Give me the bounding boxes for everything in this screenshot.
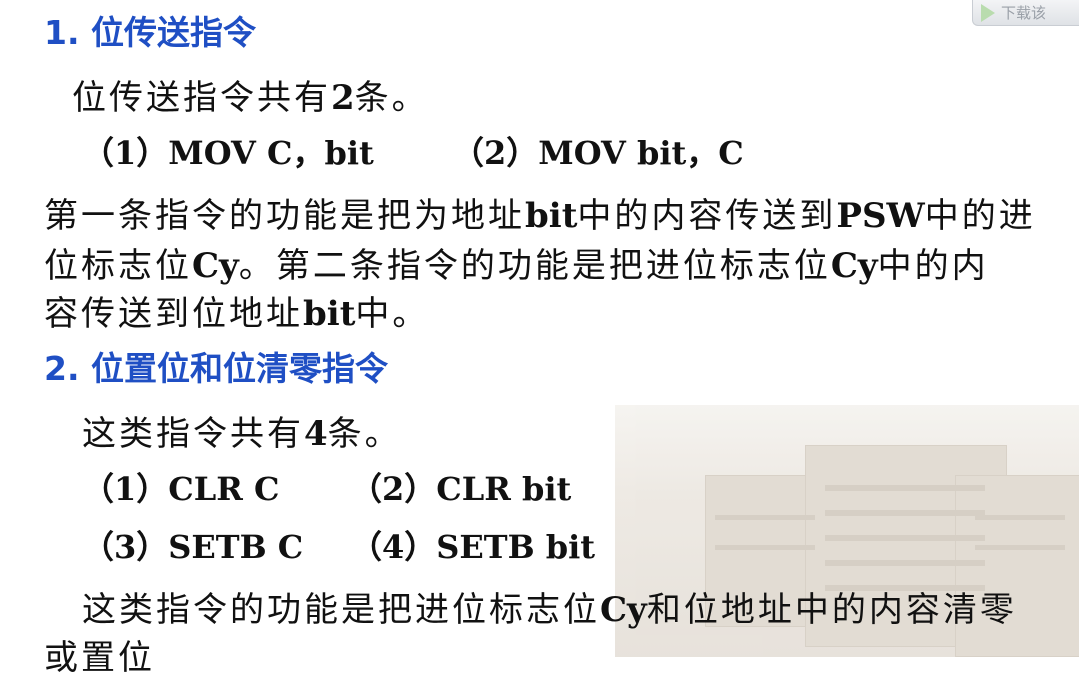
text-run: 中的进 bbox=[924, 196, 1036, 236]
section1-description-line1: 第一条指令的功能是把为地址bit中的内容传送到PSW中的进 bbox=[44, 188, 1036, 237]
section1-intro-text: 位传送指令共有 bbox=[72, 78, 331, 118]
text-run: 中的内容传送到 bbox=[577, 196, 837, 236]
section1-intro-tail: 条。 bbox=[354, 78, 429, 118]
section1-intro-count: 2 bbox=[331, 78, 355, 118]
section2-description-line2: 或置位 bbox=[44, 638, 155, 678]
text-run: bit bbox=[525, 196, 578, 236]
section2-instruction-1: （1）CLR C bbox=[82, 470, 280, 508]
section2-intro-count: 4 bbox=[304, 414, 328, 454]
download-label: 下载该 bbox=[1001, 4, 1047, 22]
text-run: Cy bbox=[600, 590, 647, 630]
play-icon bbox=[981, 3, 995, 22]
download-button[interactable]: 下载该 bbox=[972, 0, 1079, 26]
section2-heading: 2. 位置位和位清零指令 bbox=[44, 349, 388, 388]
section2-instruction-2: （2）CLR bit bbox=[350, 470, 572, 508]
text-run: 容传送到位地址 bbox=[44, 294, 303, 334]
text-run: Cy bbox=[830, 246, 878, 286]
text-run: 中。 bbox=[355, 294, 430, 334]
section1-instruction-1: （1）MOV C，bit bbox=[82, 134, 374, 172]
section1-description-line3: 容传送到位地址bit中。 bbox=[44, 286, 429, 335]
text-run: bit bbox=[303, 294, 356, 334]
section1-heading: 1. 位传送指令 bbox=[44, 13, 256, 52]
text-run: 第一条指令的功能是把为地址 bbox=[44, 196, 525, 236]
section2-description-line1: 这类指令的功能是把进位标志位Cy和位地址中的内容清零 bbox=[82, 582, 1017, 631]
section2-instruction-3: （3）SETB C bbox=[82, 528, 304, 566]
section2-intro: 这类指令共有4条。 bbox=[82, 406, 402, 455]
section1-intro: 位传送指令共有2条。 bbox=[72, 70, 429, 119]
text-run: PSW bbox=[836, 196, 925, 236]
text-run: 和位地址中的内容清零 bbox=[646, 590, 1017, 630]
section2-intro-tail: 条。 bbox=[327, 414, 402, 454]
text-run: 中的内 bbox=[877, 246, 989, 286]
section2-intro-text: 这类指令共有 bbox=[82, 414, 304, 454]
text-run: 。第二条指令的功能是把进位标志位 bbox=[238, 246, 831, 286]
text-run: Cy bbox=[192, 246, 239, 286]
section1-instruction-2: （2）MOV bit，C bbox=[452, 134, 744, 172]
text-run: 这类指令的功能是把进位标志位 bbox=[82, 590, 600, 630]
section2-instruction-4: （4）SETB bit bbox=[350, 528, 596, 566]
text-run: 位标志位 bbox=[44, 246, 192, 286]
section1-description-line2: 位标志位Cy。第二条指令的功能是把进位标志位Cy中的内 bbox=[44, 238, 989, 287]
